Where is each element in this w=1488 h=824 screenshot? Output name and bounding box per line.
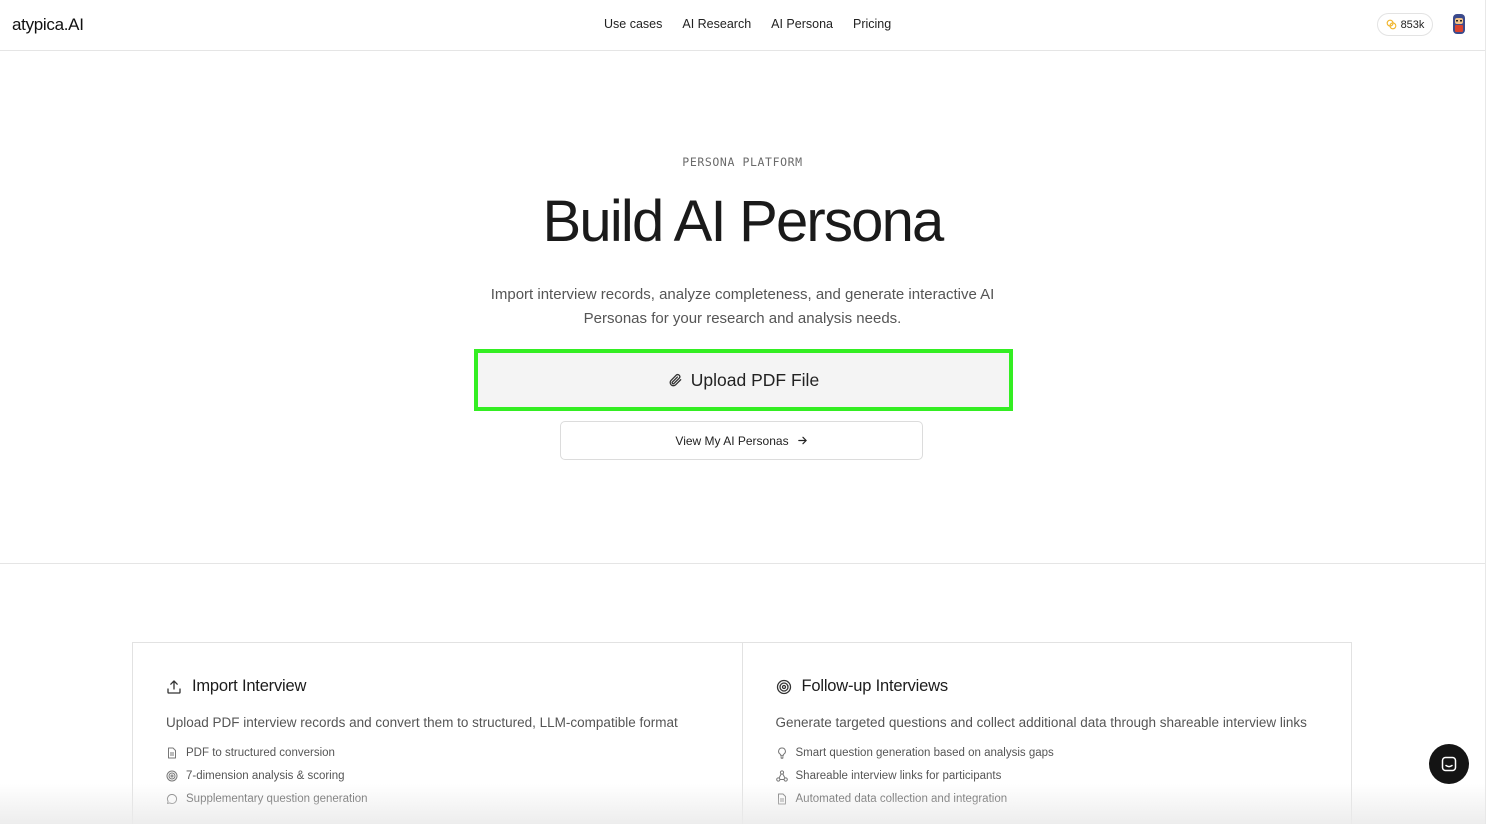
feature-cards: Import Interview Upload PDF interview re… bbox=[132, 642, 1352, 824]
view-personas-button[interactable]: View My AI Personas bbox=[560, 421, 923, 460]
list-item-text: Shareable interview links for participan… bbox=[795, 769, 1002, 782]
list-item: PDF to structured conversion bbox=[166, 741, 709, 764]
chat-icon bbox=[1441, 756, 1457, 772]
document-icon bbox=[168, 747, 176, 758]
section-divider bbox=[0, 563, 1485, 564]
view-personas-label: View My AI Personas bbox=[675, 433, 789, 448]
nav-ai-research[interactable]: AI Research bbox=[682, 17, 751, 31]
list-item: Supplementary question generation bbox=[166, 787, 709, 810]
target-icon bbox=[166, 770, 178, 781]
page-title: Build AI Persona bbox=[542, 189, 944, 254]
credits-badge[interactable]: 853k bbox=[1377, 13, 1433, 36]
feature-card-import: Import Interview Upload PDF interview re… bbox=[133, 643, 742, 824]
hero-subtitle: Import interview records, analyze comple… bbox=[490, 286, 995, 327]
lightbulb-icon bbox=[777, 746, 786, 759]
document-icon bbox=[777, 793, 786, 804]
list-item: Automated data collection and integratio… bbox=[776, 787, 1319, 810]
avatar[interactable] bbox=[1451, 13, 1467, 35]
nav-use-cases[interactable]: Use cases bbox=[604, 17, 662, 31]
card-title: Follow-up Interviews bbox=[801, 677, 949, 695]
arrow-right-icon bbox=[797, 436, 807, 445]
list-item: 7-dimension analysis & scoring bbox=[166, 764, 709, 787]
list-item-text: Smart question generation based on analy… bbox=[795, 746, 1054, 759]
nav-pricing[interactable]: Pricing bbox=[853, 17, 891, 31]
list-item: Smart question generation based on analy… bbox=[776, 741, 1319, 764]
share-network-icon bbox=[775, 769, 788, 782]
card-description: Generate targeted questions and collect … bbox=[775, 715, 1307, 730]
list-item-text: Automated data collection and integratio… bbox=[795, 792, 1008, 805]
upload-pdf-button[interactable]: Upload PDF File bbox=[474, 349, 1013, 411]
hero-eyebrow: PERSONA PLATFORM bbox=[682, 155, 803, 169]
logo[interactable]: atypica.AI bbox=[12, 15, 84, 35]
upload-icon bbox=[167, 679, 181, 694]
list-item-text: Supplementary question generation bbox=[186, 792, 368, 805]
chat-support-button[interactable] bbox=[1429, 744, 1469, 784]
nav-ai-persona[interactable]: AI Persona bbox=[771, 17, 833, 31]
feature-card-followup: Follow-up Interviews Generate targeted q… bbox=[741, 643, 1352, 824]
main-nav: Use cases AI Research AI Persona Pricing bbox=[604, 17, 891, 31]
target-icon bbox=[776, 679, 791, 694]
list-item: Shareable interview links for participan… bbox=[775, 764, 1319, 787]
list-item-text: PDF to structured conversion bbox=[186, 746, 335, 759]
feature-list: Smart question generation based on analy… bbox=[775, 741, 1319, 810]
coin-icon bbox=[1386, 19, 1396, 30]
card-description: Upload PDF interview records and convert… bbox=[166, 715, 678, 730]
top-navbar: atypica.AI Use cases AI Research AI Pers… bbox=[0, 0, 1485, 51]
card-title: Import Interview bbox=[192, 677, 307, 695]
upload-pdf-label: Upload PDF File bbox=[690, 369, 820, 390]
chat-bubble-icon bbox=[167, 793, 178, 804]
list-item-text: 7-dimension analysis & scoring bbox=[186, 769, 345, 782]
paperclip-icon bbox=[669, 373, 682, 386]
card-header: Import Interview bbox=[166, 677, 709, 696]
card-header: Follow-up Interviews bbox=[776, 677, 1319, 696]
page-edge bbox=[1485, 0, 1486, 824]
feature-list: PDF to structured conversion 7-dimension… bbox=[166, 741, 709, 810]
credits-value: 853k bbox=[1400, 18, 1425, 31]
